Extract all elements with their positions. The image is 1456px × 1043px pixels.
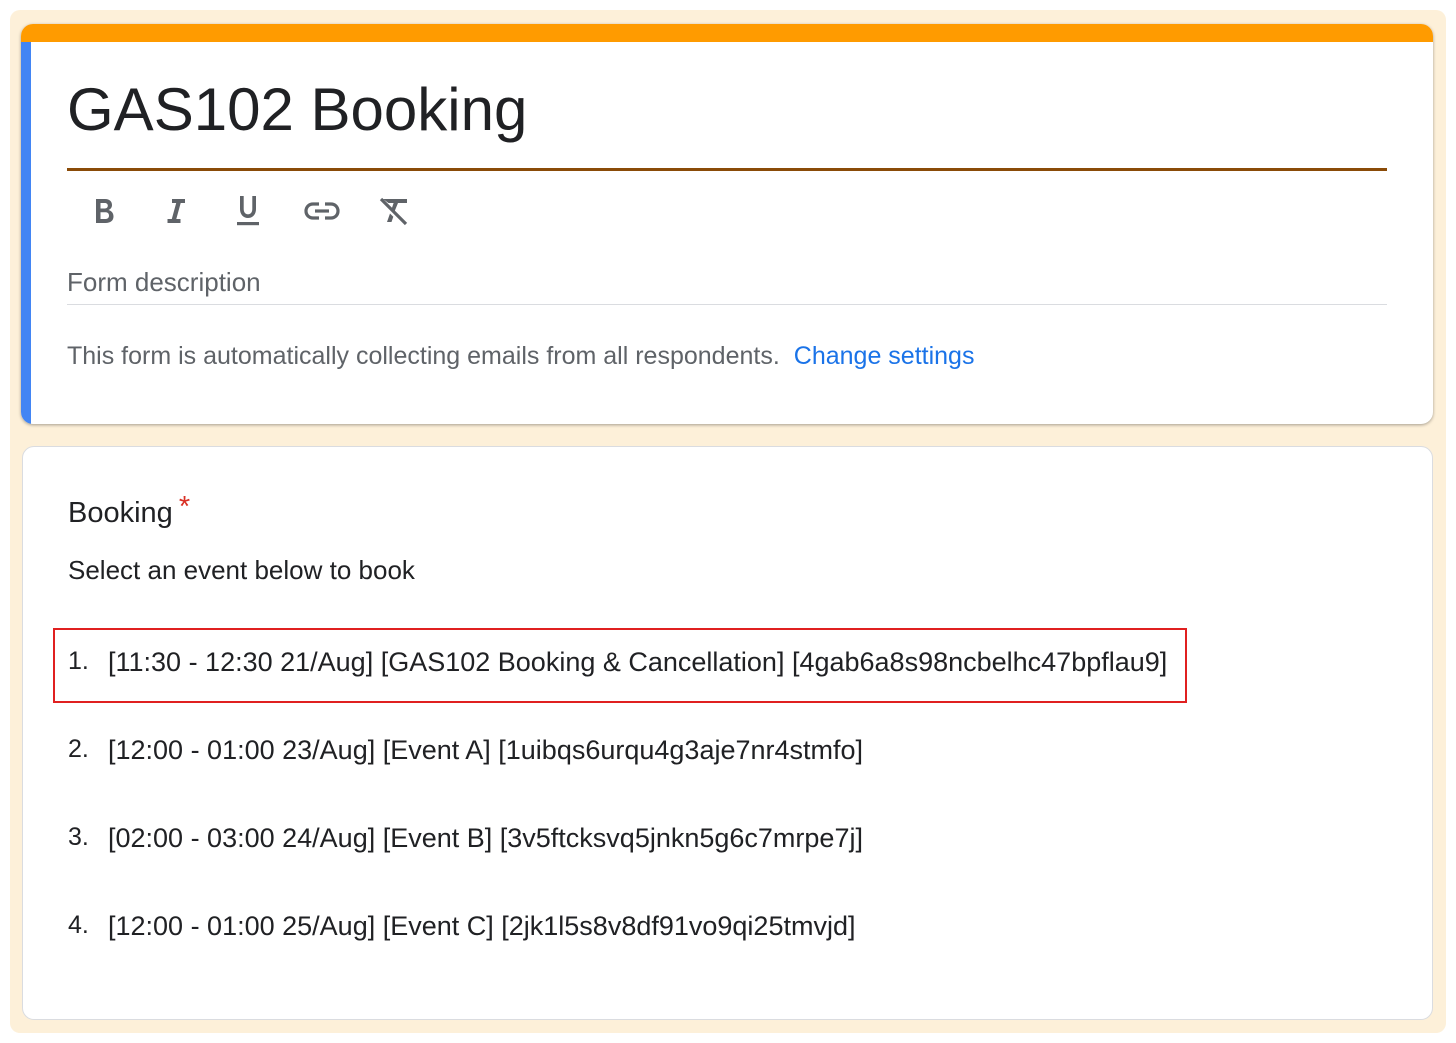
event-text: [12:00 - 01:00 25/Aug] [Event C] [2jk1l5…	[108, 911, 856, 941]
clear-format-icon	[377, 195, 411, 227]
active-section-indicator	[21, 42, 31, 424]
question-description: Select an event below to book	[68, 555, 415, 585]
required-asterisk: *	[178, 491, 191, 523]
header-accent-bar	[21, 24, 1433, 42]
event-number: 3.	[68, 823, 89, 851]
italic-button[interactable]	[153, 187, 199, 235]
change-settings-link[interactable]: Change settings	[794, 342, 975, 370]
underline-icon	[234, 194, 262, 228]
form-title-input[interactable]: GAS102 Booking	[67, 80, 527, 140]
event-number: 2.	[68, 735, 89, 763]
event-text: [02:00 - 03:00 24/Aug] [Event B] [3v5ftc…	[108, 823, 863, 853]
form-header-card: GAS102 Booking Form description This for…	[21, 24, 1433, 424]
underline-button[interactable]	[225, 187, 271, 235]
title-underline	[67, 168, 1387, 171]
italic-icon	[163, 196, 189, 226]
insert-link-button[interactable]	[299, 187, 345, 235]
event-text: [11:30 - 12:30 21/Aug] [GAS102 Booking &…	[108, 647, 1168, 677]
form-description-input[interactable]: Form description	[67, 267, 261, 298]
question-card[interactable]: Booking * Select an event below to book 1…	[22, 446, 1433, 1020]
question-title-text: Booking	[68, 497, 173, 529]
event-option-3[interactable]: 3. [02:00 - 03:00 24/Aug] [Event B] [3v5f…	[68, 823, 863, 854]
email-collection-notice: This form is automatically collecting em…	[67, 342, 974, 371]
question-title: Booking *	[68, 491, 190, 530]
event-text: [12:00 - 01:00 23/Aug] [Event A] [1uibqs…	[108, 735, 864, 765]
link-icon	[303, 199, 341, 223]
clear-formatting-button[interactable]	[371, 187, 417, 235]
event-option-2[interactable]: 2. [12:00 - 01:00 23/Aug] [Event A] [1uib…	[68, 735, 863, 766]
event-number: 1.	[68, 647, 89, 675]
bold-icon	[91, 196, 117, 226]
event-option-4[interactable]: 4. [12:00 - 01:00 25/Aug] [Event C] [2jk1…	[68, 911, 855, 942]
event-number: 4.	[68, 911, 89, 939]
event-option-1[interactable]: 1. [11:30 - 12:30 21/Aug] [GAS102 Booking…	[68, 647, 1167, 678]
email-notice-text: This form is automatically collecting em…	[67, 342, 780, 370]
description-underline	[67, 304, 1387, 305]
bold-button[interactable]	[81, 187, 127, 235]
